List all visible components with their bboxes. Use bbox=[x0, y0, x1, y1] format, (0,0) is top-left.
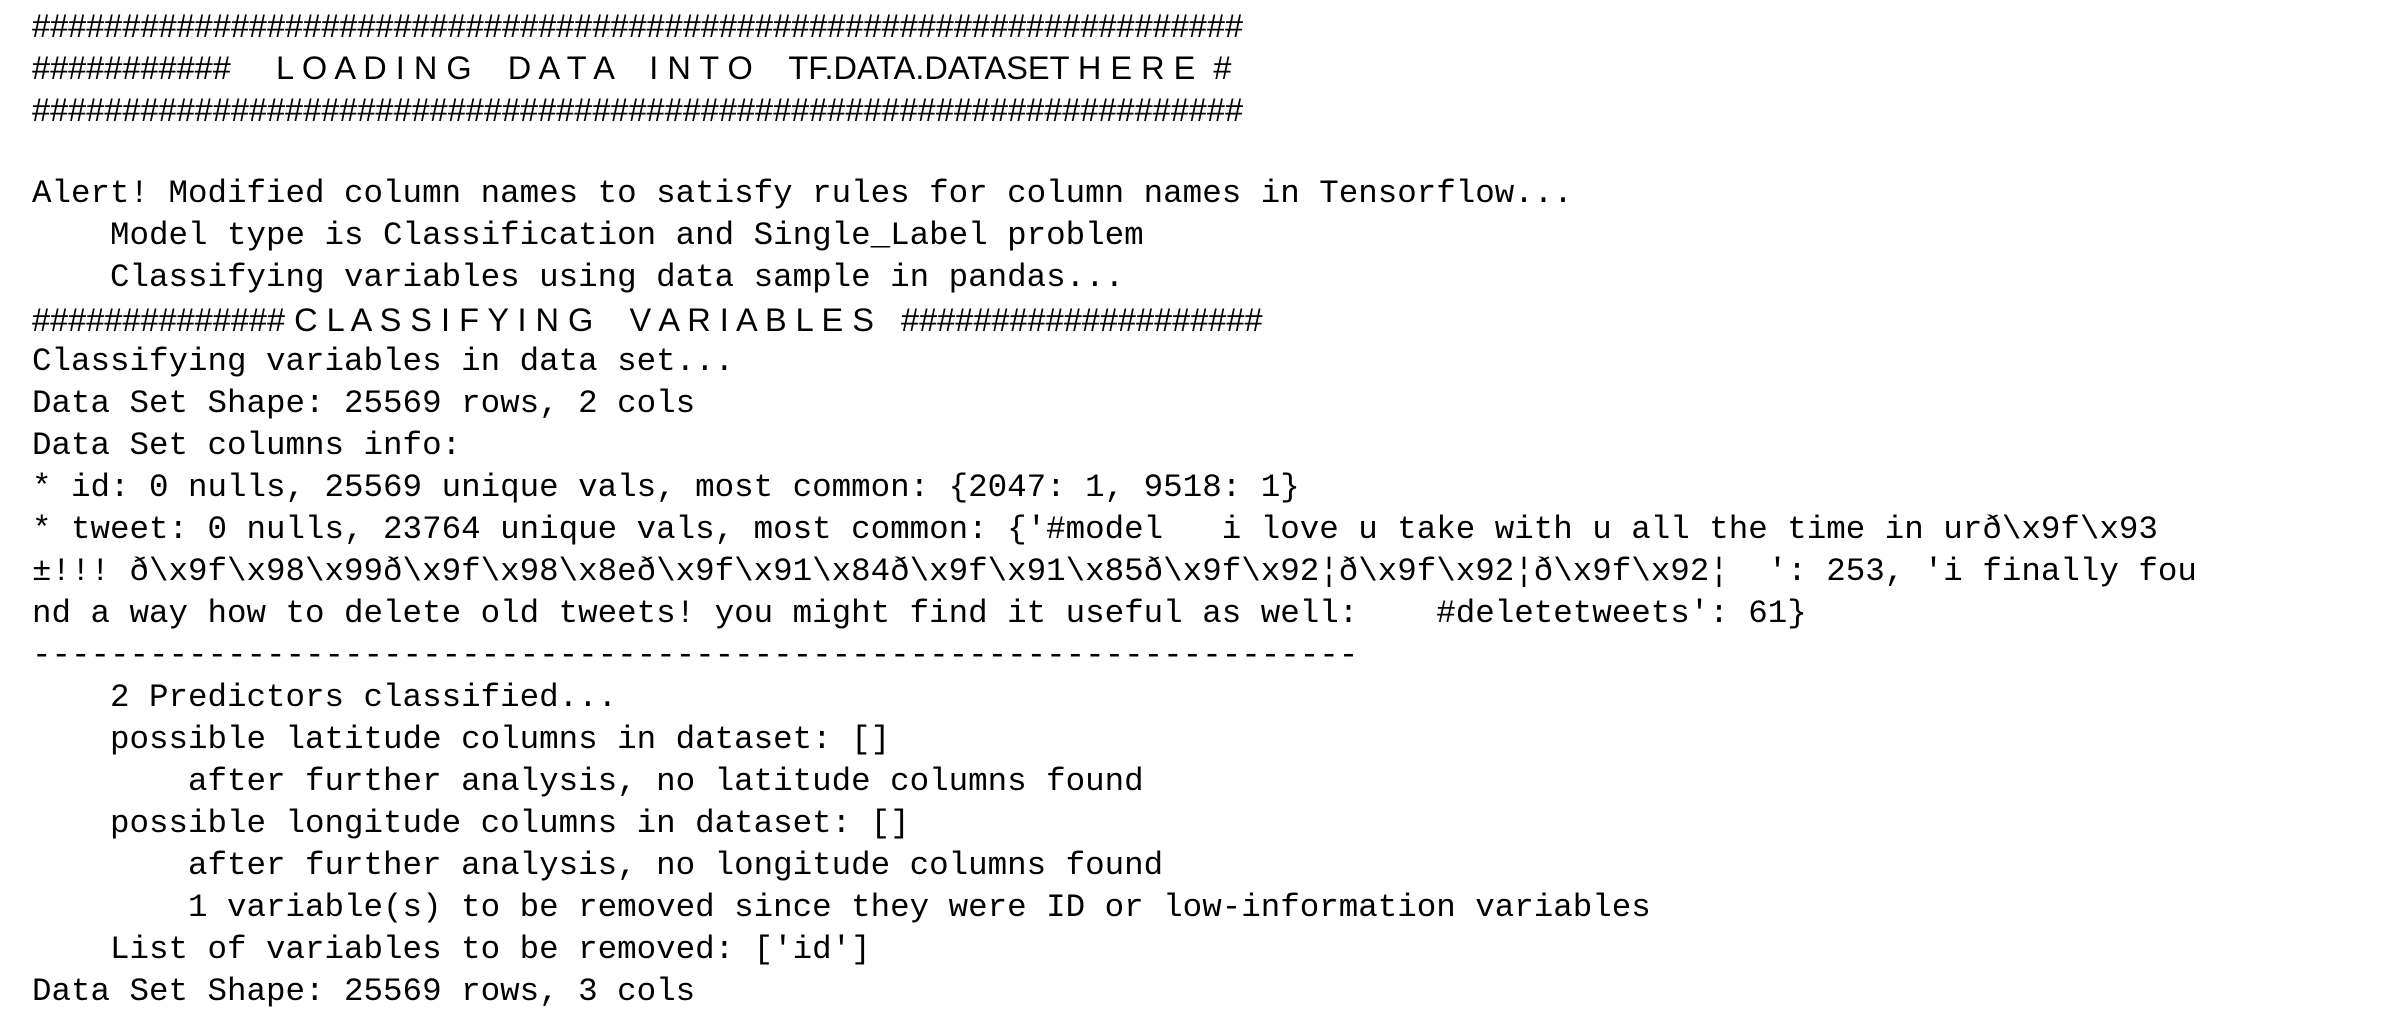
banner-border-top: ########################################… bbox=[32, 8, 1244, 44]
dataset-shape-line: Data Set Shape: 25569 rows, 2 cols bbox=[32, 385, 696, 422]
longitude-columns-line: possible longitude columns in dataset: [… bbox=[32, 805, 910, 842]
banner-border-bottom: ########################################… bbox=[32, 92, 1244, 128]
banner-classifying-variables: ############## C L A S S I F Y I N G V A… bbox=[32, 302, 1263, 338]
column-info-tweet: * tweet: 0 nulls, 23764 unique vals, mos… bbox=[32, 511, 2158, 548]
model-type-line: Model type is Classification and Single_… bbox=[32, 217, 1144, 254]
column-info-tweet-cont: nd a way how to delete old tweets! you m… bbox=[32, 595, 1807, 632]
classifying-dataset-line: Classifying variables in data set... bbox=[32, 343, 735, 380]
classifying-sample-line: Classifying variables using data sample … bbox=[32, 259, 1125, 296]
predictors-classified-line: 2 Predictors classified... bbox=[32, 679, 618, 716]
column-info-tweet-cont: ±!!! ð\x9f\x98\x99ð\x9f\x98\x8eð\x9f\x91… bbox=[32, 553, 2197, 590]
latitude-columns-line: possible latitude columns in dataset: [] bbox=[32, 721, 891, 758]
columns-info-heading: Data Set columns info: bbox=[32, 427, 462, 464]
variables-removed-line: 1 variable(s) to be removed since they w… bbox=[32, 889, 1651, 926]
latitude-result-line: after further analysis, no latitude colu… bbox=[32, 763, 1144, 800]
alert-line: Alert! Modified column names to satisfy … bbox=[32, 175, 1573, 212]
dataset-shape-line: Data Set Shape: 25569 rows, 3 cols bbox=[32, 973, 696, 1010]
banner-loading-data: ########### L O A D I N G D A T A I N T … bbox=[32, 50, 1232, 86]
removed-list-line: List of variables to be removed: ['id'] bbox=[32, 931, 871, 968]
separator-line: ----------------------------------------… bbox=[32, 637, 1359, 674]
column-info-id: * id: 0 nulls, 25569 unique vals, most c… bbox=[32, 469, 1300, 506]
longitude-result-line: after further analysis, no longitude col… bbox=[32, 847, 1164, 884]
console-output: ########################################… bbox=[32, 0, 2392, 1022]
